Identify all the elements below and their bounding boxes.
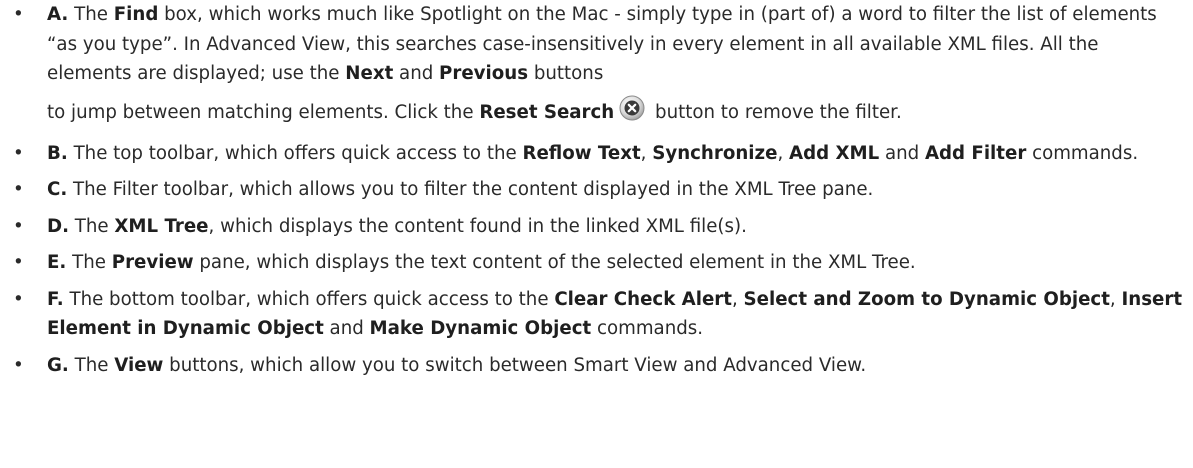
- bullet-icon: •: [13, 252, 24, 273]
- item-text: commands.: [1026, 142, 1139, 164]
- list-item-b: • B. The top toolbar, which offers quick…: [0, 139, 1193, 169]
- item-text: pane, which displays the text content of…: [193, 252, 916, 273]
- previous-term: Previous: [439, 63, 529, 84]
- bullet-icon: •: [13, 179, 24, 200]
- bullet-icon: •: [13, 288, 24, 310]
- add-xml-term: Add XML: [789, 142, 880, 164]
- bullet-icon: •: [13, 142, 24, 164]
- bullet-icon: •: [13, 4, 24, 25]
- item-text: The: [69, 215, 115, 237]
- item-text: ,: [777, 142, 790, 164]
- find-term: Find: [113, 4, 159, 25]
- item-text: The Filter toolbar, which allows you to …: [67, 179, 874, 200]
- list-item-f: • F. The bottom toolbar, which offers qu…: [0, 285, 1193, 344]
- list-item-a: • A. The Find box, which works much like…: [0, 0, 1193, 137]
- reset-search-icon: [619, 95, 645, 121]
- bullet-icon: •: [13, 354, 24, 376]
- item-text: ,: [731, 288, 744, 310]
- item-text: ,: [1109, 288, 1122, 310]
- list-item-d: • D. The XML Tree, which displays the co…: [0, 212, 1193, 242]
- item-text: , which displays the content found in th…: [208, 215, 747, 237]
- item-text: The: [68, 354, 115, 376]
- item-text: and: [393, 63, 440, 84]
- reset-search-term: Reset Search: [479, 101, 615, 123]
- view-term: View: [114, 354, 164, 376]
- document-page: • A. The Find box, which works much like…: [0, 0, 1193, 468]
- item-text: The: [68, 4, 114, 25]
- bullet-icon: •: [13, 215, 24, 237]
- item-text: button to remove the filter.: [649, 101, 902, 123]
- make-dynamic-object-term: Make Dynamic Object: [369, 318, 592, 339]
- item-text: The: [66, 252, 112, 273]
- item-text: buttons, which allow you to switch betwe…: [163, 354, 867, 376]
- synchronize-term: Synchronize: [652, 142, 778, 164]
- clear-check-alert-term: Clear Check Alert: [554, 288, 732, 310]
- preview-term: Preview: [111, 252, 194, 273]
- item-text: The bottom toolbar, which offers quick a…: [63, 288, 555, 310]
- select-and-zoom-term: Select and Zoom to Dynamic Object: [743, 288, 1110, 310]
- item-letter: B.: [47, 142, 68, 164]
- reflow-text-term: Reflow Text: [522, 142, 641, 164]
- item-text: The top toolbar, which offers quick acce…: [67, 142, 523, 164]
- item-letter: A.: [47, 4, 69, 25]
- list-item-g: • G. The View buttons, which allow you t…: [0, 351, 1193, 381]
- item-text: to jump between matching elements. Click…: [47, 101, 480, 123]
- item-letter: C.: [47, 179, 68, 200]
- item-letter: F.: [47, 288, 64, 310]
- item-text: buttons: [528, 63, 604, 84]
- item-text: and: [879, 142, 925, 164]
- list-item-c: • C. The Filter toolbar, which allows yo…: [0, 175, 1193, 205]
- item-letter: D.: [47, 215, 70, 237]
- feature-list: • A. The Find box, which works much like…: [0, 0, 1193, 387]
- item-letter: E.: [47, 252, 67, 273]
- xml-tree-term: XML Tree: [114, 215, 209, 237]
- item-text-line: to jump between matching elements. Click…: [47, 89, 1185, 137]
- list-item-e: • E. The Preview pane, which displays th…: [0, 248, 1193, 278]
- next-term: Next: [345, 63, 394, 84]
- item-text: ,: [640, 142, 653, 164]
- add-filter-term: Add Filter: [924, 142, 1027, 164]
- item-text: commands.: [591, 318, 704, 339]
- item-text: and: [323, 318, 370, 339]
- item-letter: G.: [47, 354, 69, 376]
